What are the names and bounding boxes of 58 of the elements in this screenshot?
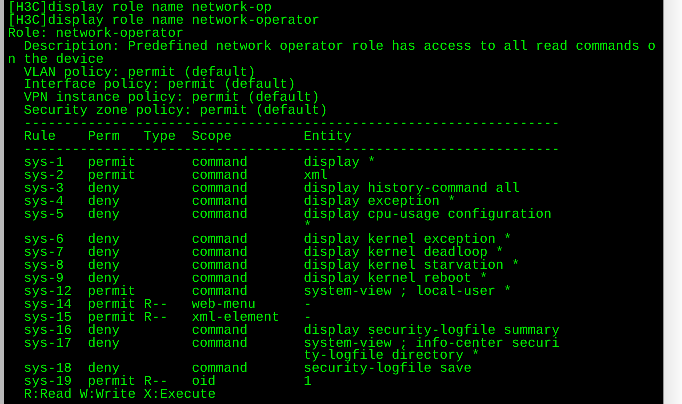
table-cell-text: -	[304, 300, 312, 313]
table-cell-text: command	[192, 286, 248, 300]
table-cell-text: permit	[88, 312, 137, 326]
column-header: Rule	[24, 132, 57, 145]
table-cell-text: command	[192, 326, 249, 339]
table-cell-text: command	[192, 248, 249, 262]
table-cell: R--	[144, 310, 168, 326]
table-cell-text: command	[192, 170, 249, 184]
output-line: R:Read W:Write X:Execute	[24, 390, 216, 404]
column-header: Scope	[192, 132, 233, 145]
table-cell-text: system-view ; local-user *	[304, 286, 513, 300]
table-cell-text: sys-15	[24, 312, 73, 326]
table-cell-text: sys-6	[24, 235, 65, 248]
table-cell: R--	[144, 375, 168, 390]
column-header: Type	[144, 132, 177, 145]
table-cell-text: 1	[304, 377, 313, 390]
table-cell-text: command	[192, 184, 249, 197]
output-line: Security zone policy: permit (default)	[24, 106, 328, 120]
table-cell-text: command	[192, 196, 249, 210]
table-cell-text: display exception *	[304, 196, 456, 210]
table-cell-text: sys-2	[24, 170, 65, 184]
table-cell-text: sys-1	[24, 158, 65, 171]
table-cell-text: command	[192, 274, 249, 287]
table-cell-text: sys-3	[24, 184, 65, 197]
table-cell-text: sys-5	[24, 210, 65, 222]
table-cell-text: deny	[88, 274, 120, 287]
scrollbar[interactable]	[663, 0, 682, 404]
table-cell-text: command	[192, 261, 249, 274]
table-cell-text: xml-element	[192, 312, 281, 326]
table-cell-text: sys-7	[24, 248, 65, 262]
table-cell-text: sys-18	[24, 364, 73, 378]
table-cell-text: sys-8	[24, 261, 65, 274]
table-cell-text: deny	[88, 364, 120, 378]
table-cell-text: sys-16	[24, 326, 73, 339]
table-cell-text: deny	[88, 210, 121, 222]
table-cell-text: permit	[88, 170, 137, 184]
table-cell-text: deny	[88, 326, 120, 339]
table-cell-text: deny	[88, 248, 121, 262]
table-cell-text: deny	[88, 261, 121, 274]
table-cell: R--	[144, 298, 168, 313]
table-cell-text: deny	[88, 338, 121, 352]
table-cell-text: security-logfile save	[304, 364, 473, 378]
table-cell-text: command	[192, 158, 249, 171]
table-cell-text: command	[192, 210, 249, 222]
table-cell-text: oid	[192, 377, 217, 390]
column-header: Entity	[304, 132, 353, 145]
table-cell-text: sys-4	[24, 196, 65, 210]
table-cell-text: sys-14	[24, 300, 73, 313]
table-cell-text: sys-9	[24, 274, 64, 287]
table-cell-text: deny	[88, 196, 121, 210]
table-cell-text: -	[304, 312, 312, 326]
table-cell-text: command	[192, 235, 249, 248]
table-cell-text: deny	[88, 184, 120, 197]
table-cell-text: command	[192, 338, 249, 352]
table-cell-text: sys-12	[24, 286, 73, 300]
column-header: Perm	[88, 132, 121, 145]
table-cell-text: deny	[88, 235, 121, 248]
table-cell-text: sys-17	[24, 338, 73, 352]
